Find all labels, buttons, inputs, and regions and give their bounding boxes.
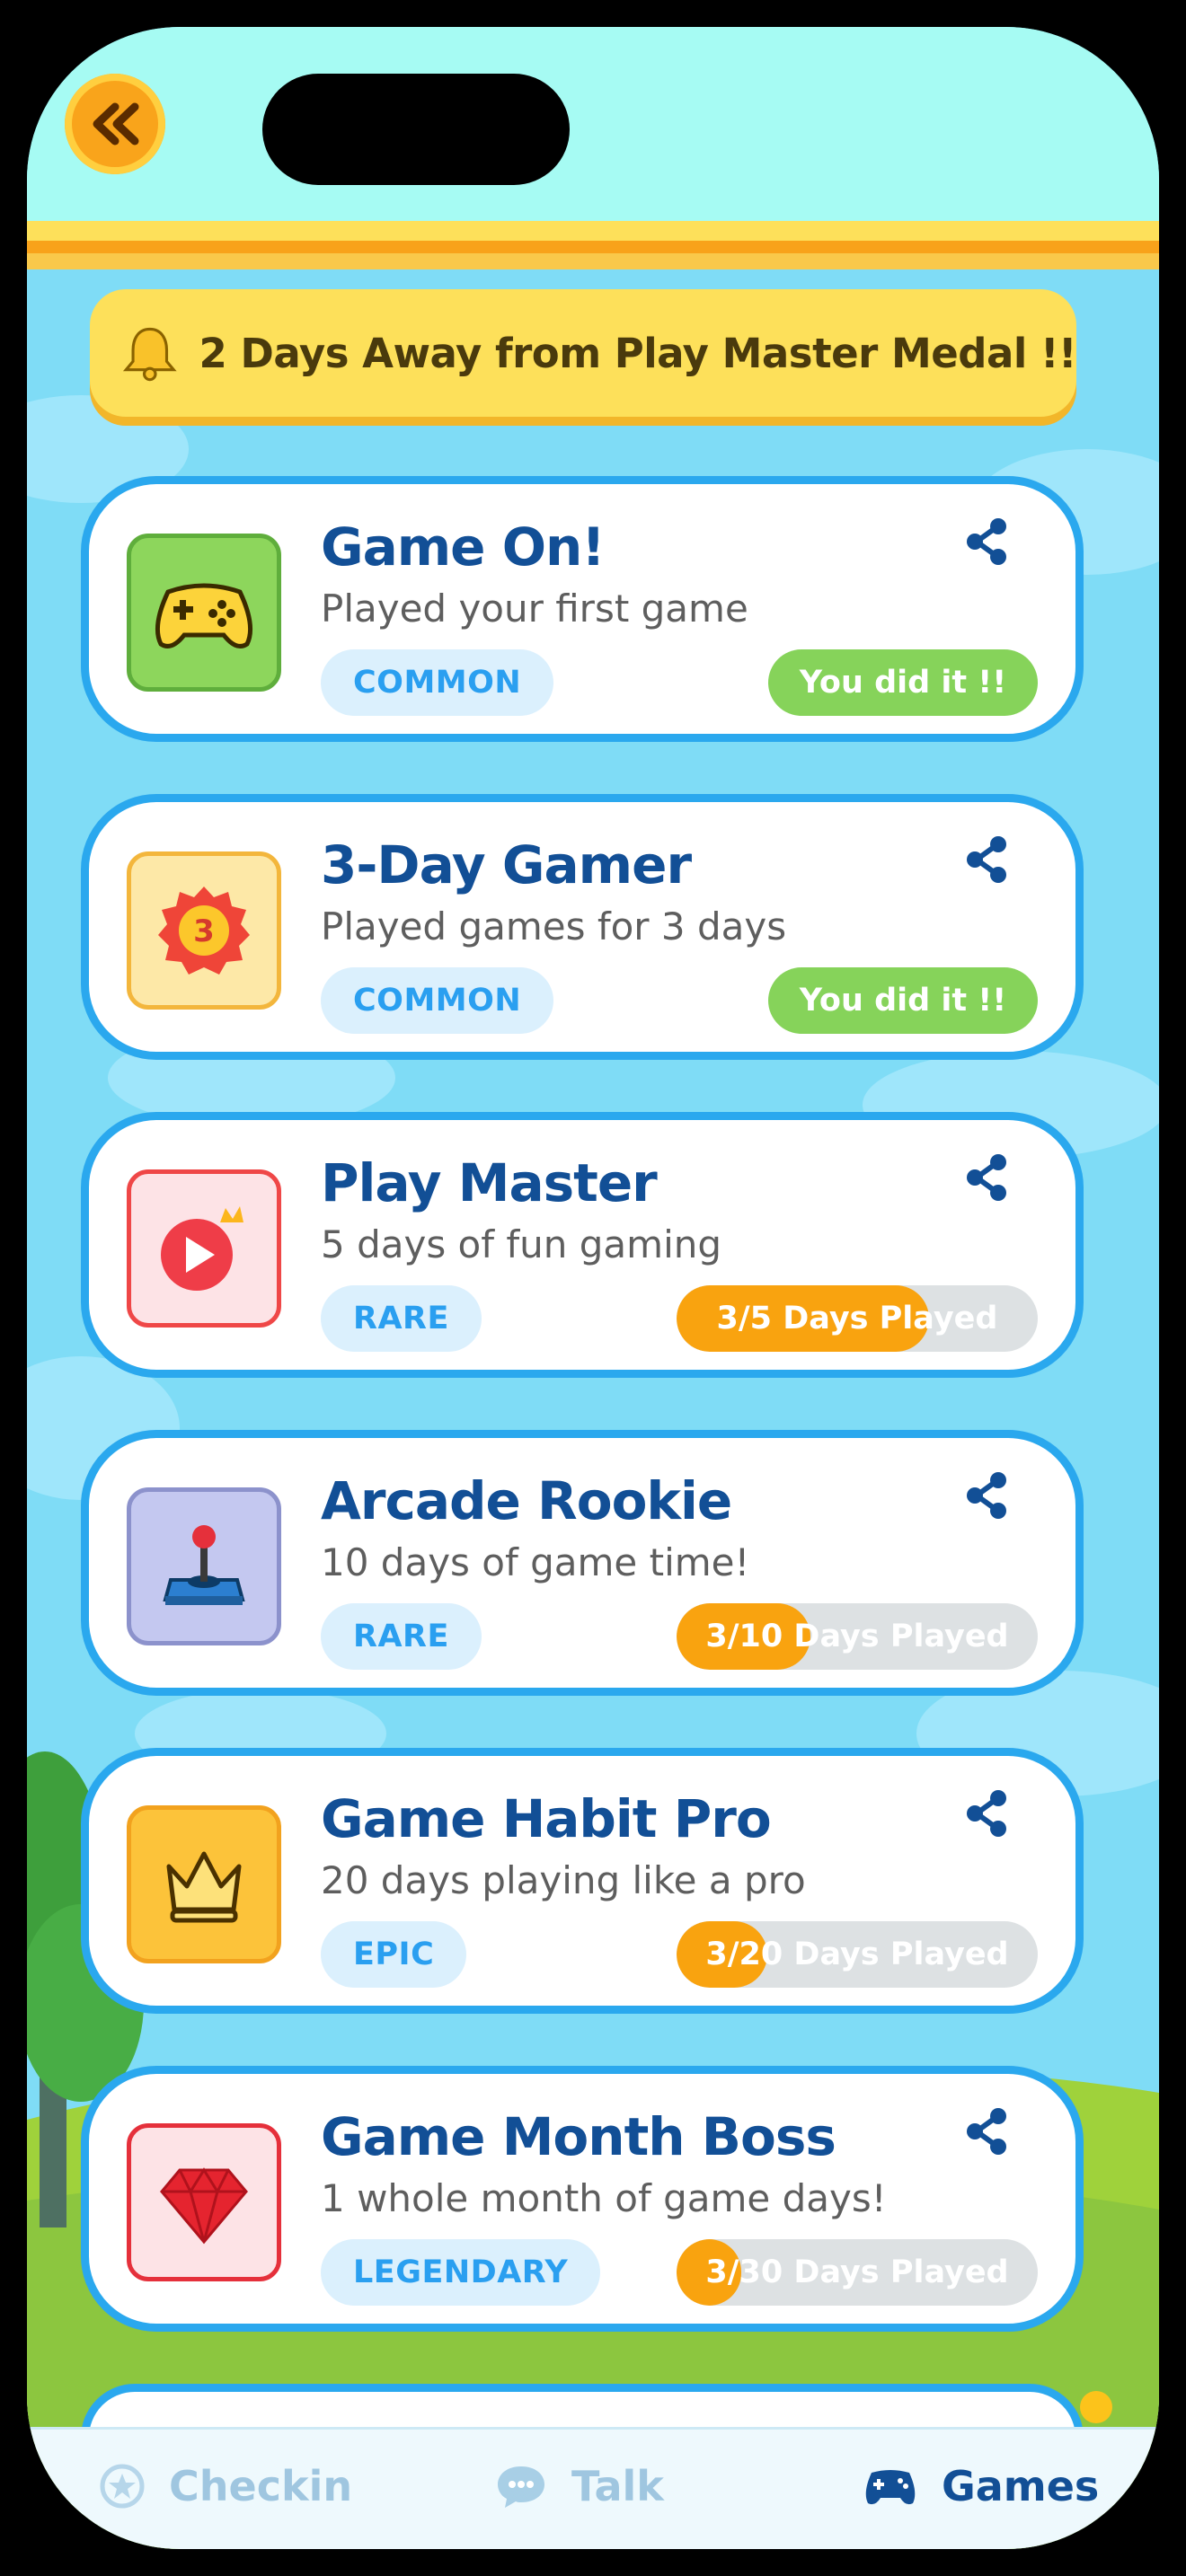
svg-text:3: 3 bbox=[193, 913, 215, 949]
tab-label: Games bbox=[942, 2462, 1100, 2510]
tab-label: Checkin bbox=[169, 2462, 353, 2510]
gem-icon bbox=[127, 2123, 281, 2281]
next-medal-banner: 2 Days Away from Play Master Medal !! bbox=[90, 289, 1077, 417]
chat-bubble-icon bbox=[498, 2466, 544, 2508]
achievement-title: Game Habit Pro bbox=[321, 1788, 772, 1849]
progress-text: 3/20 Days Played bbox=[705, 1936, 1009, 1972]
achievement-title: Game Month Boss bbox=[321, 2106, 836, 2167]
achievement-description: 1 whole month of game days! bbox=[321, 2176, 887, 2220]
achievement-card[interactable]: Game On! Played your first game COMMON Y… bbox=[81, 476, 1084, 742]
tab-label: Talk bbox=[571, 2462, 664, 2510]
play-crown-icon bbox=[127, 1169, 281, 1328]
progress-text: 3/10 Days Played bbox=[705, 1619, 1009, 1654]
rarity-badge: RARE bbox=[321, 1285, 482, 1352]
completed-badge: You did it !! bbox=[768, 967, 1038, 1034]
crown-icon bbox=[127, 1805, 281, 1963]
achievement-card[interactable]: Play Master 5 days of fun gaming RARE 3/… bbox=[81, 1112, 1084, 1378]
achievement-description: 5 days of fun gaming bbox=[321, 1222, 722, 1266]
rarity-badge: COMMON bbox=[321, 649, 554, 716]
bell-icon bbox=[122, 327, 177, 382]
achievement-description: 10 days of game time! bbox=[321, 1540, 750, 1584]
tab-talk[interactable]: Talk bbox=[494, 2462, 664, 2510]
completed-badge: You did it !! bbox=[768, 649, 1038, 716]
achievement-title: Game On! bbox=[321, 516, 606, 578]
rarity-badge: COMMON bbox=[321, 967, 554, 1034]
progress-bar: 3/10 Days Played bbox=[677, 1603, 1038, 1670]
share-icon[interactable] bbox=[962, 1152, 1013, 1203]
star-badge-icon bbox=[100, 2464, 145, 2509]
achievement-description: Played games for 3 days bbox=[321, 904, 787, 948]
achievement-card[interactable]: Game Habit Pro 20 days playing like a pr… bbox=[81, 1748, 1084, 2014]
camera-island bbox=[262, 74, 570, 185]
achievement-card[interactable]: Arcade Rookie 10 days of game time! RARE… bbox=[81, 1430, 1084, 1696]
tab-games[interactable]: Games bbox=[863, 2462, 1099, 2510]
share-icon[interactable] bbox=[962, 1470, 1013, 1521]
share-icon[interactable] bbox=[962, 2106, 1013, 2157]
achievement-title: 3-Day Gamer bbox=[321, 834, 692, 895]
achievement-title: Arcade Rookie bbox=[321, 1470, 732, 1531]
achievement-title: Play Master bbox=[321, 1152, 658, 1213]
app-screen: 2 Days Away from Play Master Medal !! Ga… bbox=[27, 27, 1159, 2549]
progress-bar: 3/20 Days Played bbox=[677, 1921, 1038, 1988]
progress-text: 3/5 Days Played bbox=[716, 1301, 998, 1337]
rarity-badge: LEGENDARY bbox=[321, 2239, 601, 2306]
progress-bar: 3/5 Days Played bbox=[677, 1285, 1038, 1352]
achievement-card[interactable]: 3 3-Day Gamer Played games for 3 days CO… bbox=[81, 794, 1084, 1060]
bottom-tab-bar: Checkin Talk Games bbox=[27, 2427, 1159, 2549]
progress-bar: 3/30 Days Played bbox=[677, 2239, 1038, 2306]
gamepad-icon bbox=[865, 2470, 916, 2505]
double-chevron-left-icon bbox=[93, 102, 139, 146]
share-icon[interactable] bbox=[962, 516, 1013, 567]
share-icon[interactable] bbox=[962, 1788, 1013, 1839]
achievement-card[interactable]: Game Month Boss 1 whole month of game da… bbox=[81, 2066, 1084, 2332]
rarity-badge: RARE bbox=[321, 1603, 482, 1670]
achievement-description: 20 days playing like a pro bbox=[321, 1858, 806, 1902]
joystick-icon bbox=[127, 1487, 281, 1645]
back-button[interactable] bbox=[65, 74, 165, 174]
progress-text: 3/30 Days Played bbox=[705, 2254, 1009, 2290]
rarity-badge: EPIC bbox=[321, 1921, 467, 1988]
tab-checkin[interactable]: Checkin bbox=[99, 2462, 352, 2510]
badge-3-icon: 3 bbox=[127, 851, 281, 1010]
achievement-description: Played your first game bbox=[321, 587, 748, 631]
share-icon[interactable] bbox=[962, 834, 1013, 885]
banner-text: 2 Days Away from Play Master Medal !! bbox=[199, 329, 1077, 377]
gamepad-icon bbox=[127, 534, 281, 692]
